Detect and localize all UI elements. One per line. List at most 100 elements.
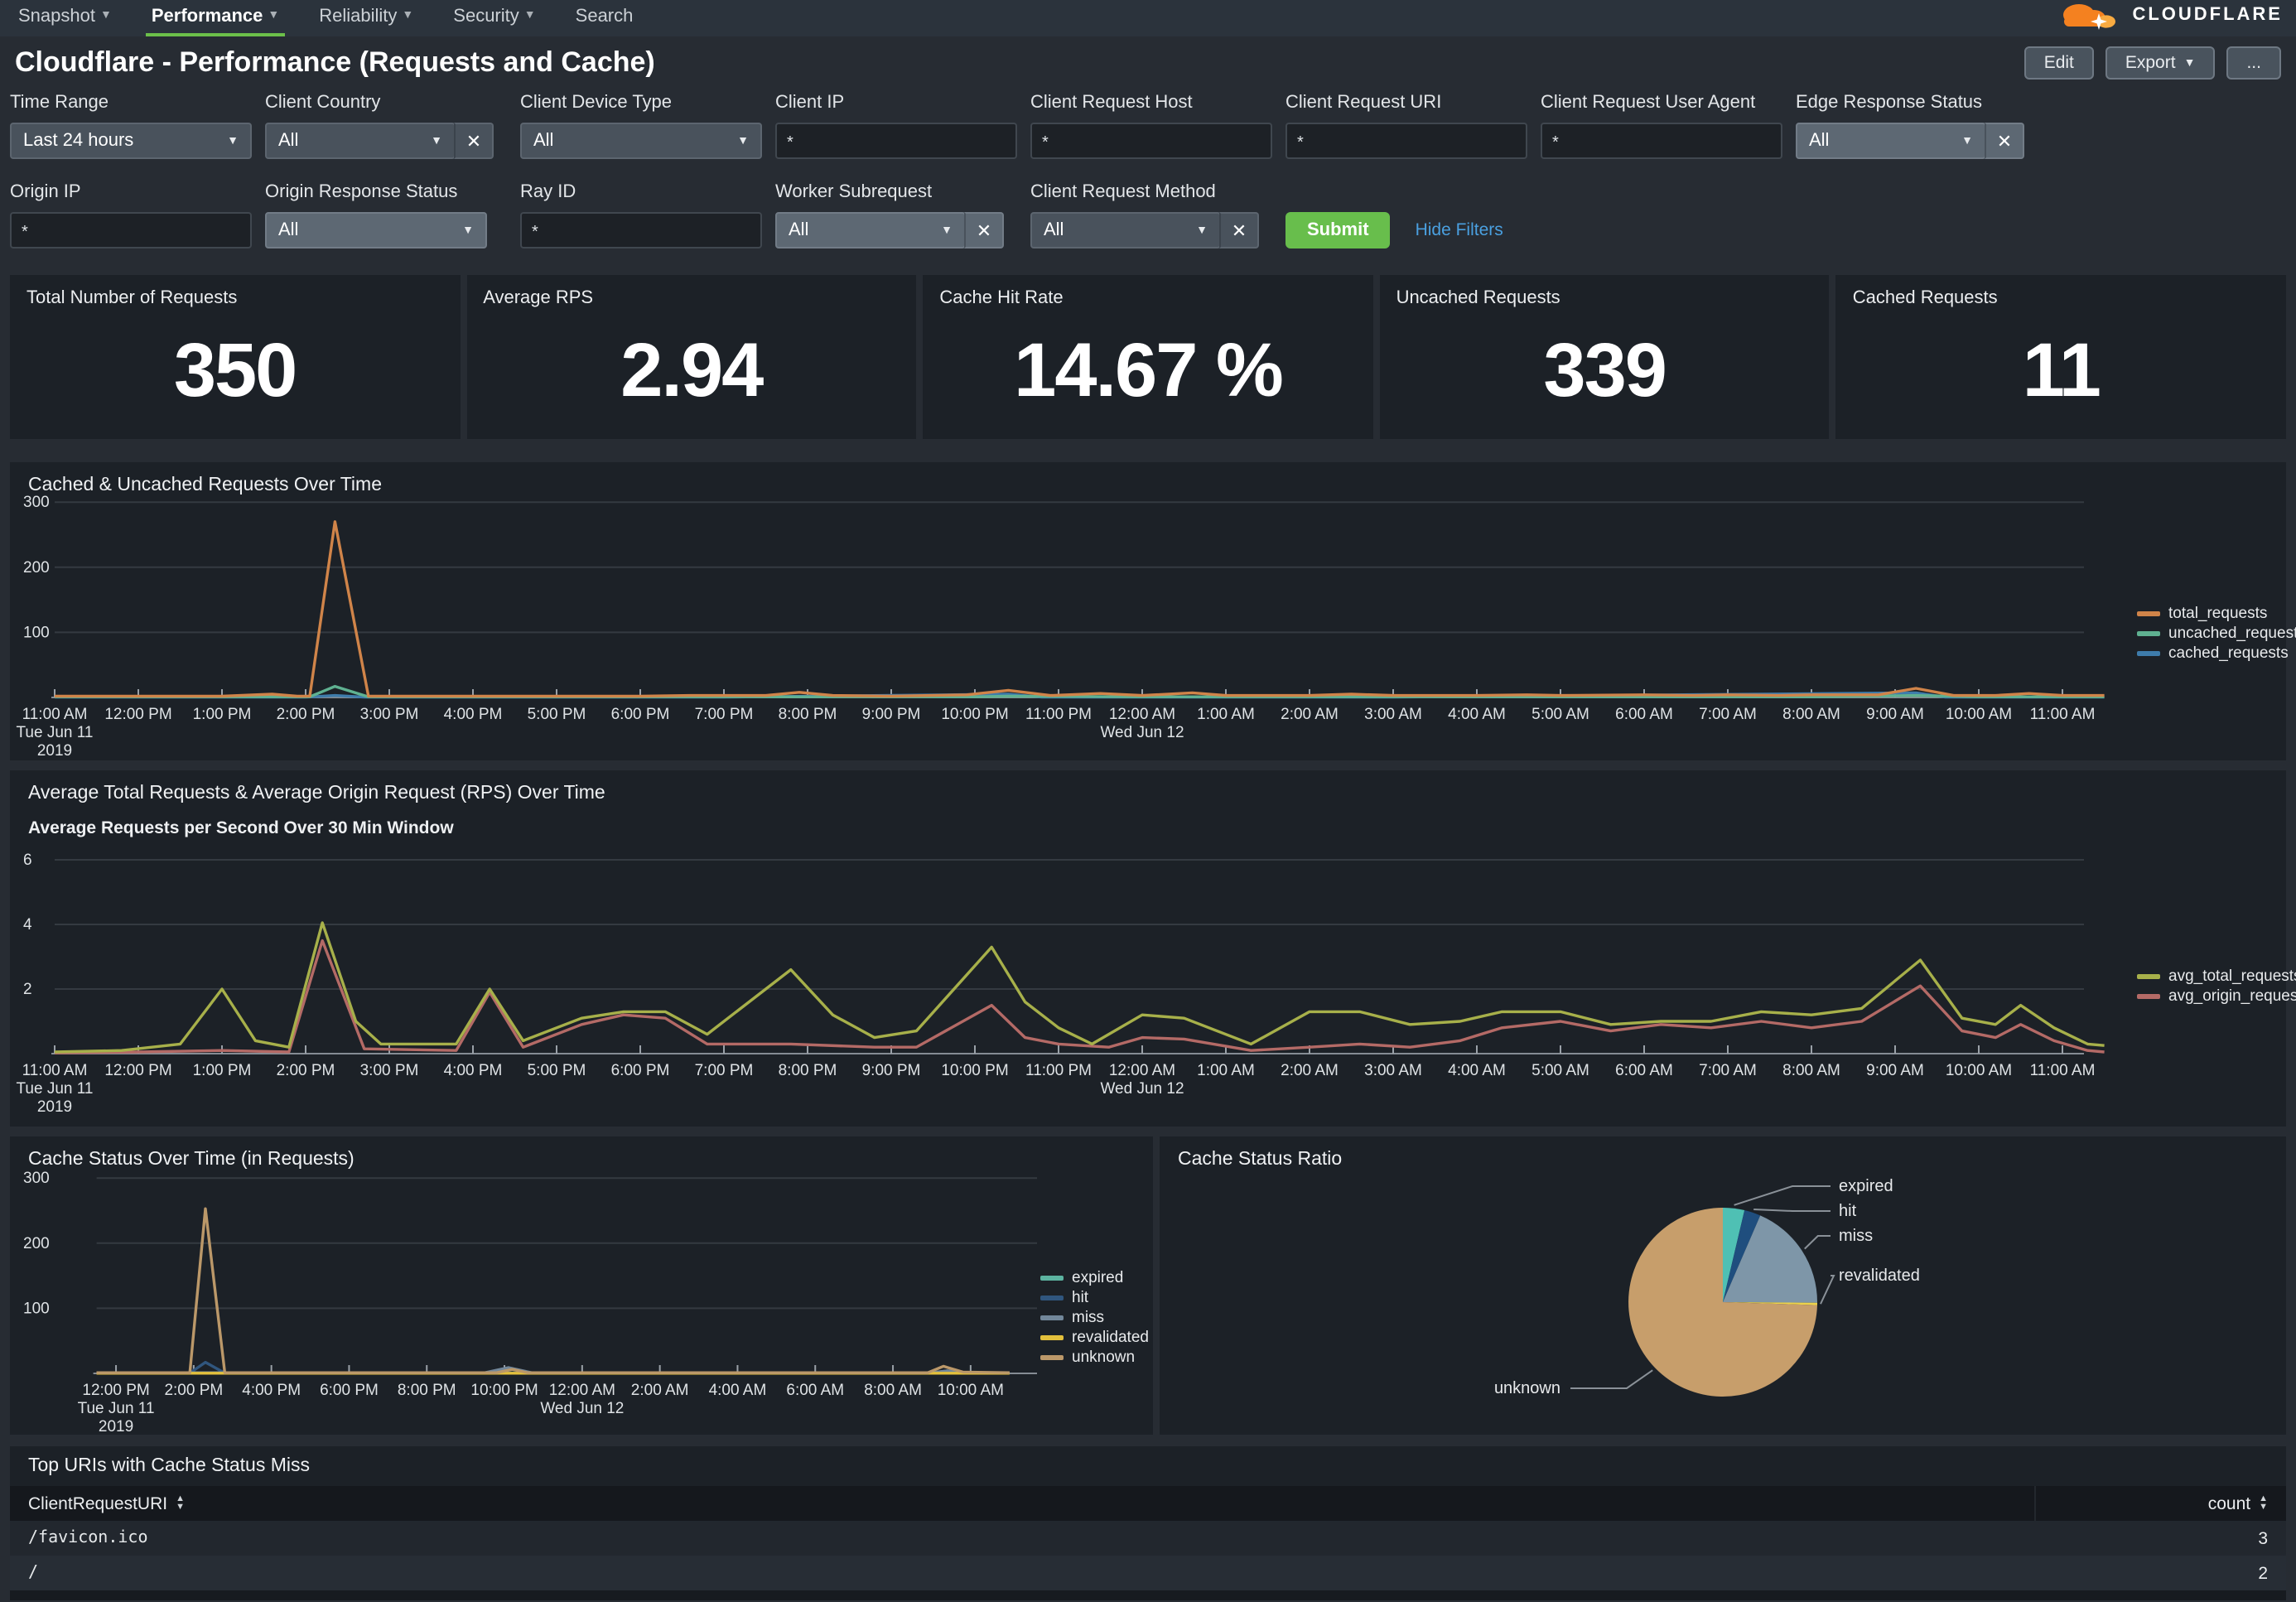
nav-item-snapshot[interactable]: Snapshot▼ [13,0,117,36]
table-title: Top URIs with Cache Status Miss [10,1446,2286,1486]
filter-client-request-user-agent: Client Request User Agent [1541,93,1782,159]
origin-response-status-select[interactable]: All▼ [265,212,487,249]
client-request-host-input[interactable] [1030,123,1272,159]
sort-icon[interactable]: ▲▼ [2259,1496,2268,1511]
x-axis-label: 1:00 AM [1197,1062,1255,1079]
legend-item-hit[interactable]: hit [1040,1289,1149,1307]
client-device-type-select[interactable]: All▼ [520,123,762,159]
client-country-select[interactable]: All▼ [265,123,456,159]
legend-item-unknown[interactable]: unknown [1040,1349,1149,1367]
filter-label: Client Request Method [1030,182,1272,202]
client-request-uri-input[interactable] [1285,123,1527,159]
chevron-down-icon: ▼ [431,135,442,147]
worker-subrequest-select[interactable]: All▼ [775,212,966,249]
nav-item-reliability[interactable]: Reliability ▼ [314,0,418,36]
x-axis-label: 8:00 AM [1782,706,1840,723]
edge-response-status-select[interactable]: All▼ [1796,123,1986,159]
legend-item-cached-requests[interactable]: cached_requests [2137,644,2296,663]
legend-label: expired [1072,1269,1123,1287]
kpi-value: 14.67 % [923,275,1372,439]
edit-button[interactable]: Edit [2024,46,2094,80]
column-header-count[interactable]: count ▲▼ [2034,1486,2268,1521]
table-row[interactable]: /favicon.ico3 [10,1521,2286,1556]
filter-label: Edge Response Status [1796,93,2038,113]
pie-label-hit: hit [1839,1202,1857,1220]
legend-item-revalidated[interactable]: revalidated [1040,1329,1149,1347]
ray-id-input[interactable] [520,212,762,249]
clear-filter-icon[interactable]: ✕ [1219,212,1259,249]
clear-filter-icon[interactable]: ✕ [454,123,494,159]
x-axis-label: 11:00 AM [22,706,88,723]
legend-item-total-requests[interactable]: total_requests [2137,605,2296,623]
bottom-panels: Cache Status Over Time (in Requests) 100… [10,1136,2286,1435]
legend-label: miss [1072,1309,1104,1327]
y-axis-label: 100 [23,624,50,641]
client-ip-input[interactable] [775,123,1017,159]
more-options-button[interactable]: ... [2226,46,2281,80]
legend-swatch [2137,611,2160,616]
column-header-uri[interactable]: ClientRequestURI ▲▼ [28,1493,2034,1513]
sort-icon[interactable]: ▲▼ [176,1496,185,1511]
y-axis-label: 2 [23,981,32,998]
clear-filter-icon[interactable]: ✕ [964,212,1004,249]
filter-origin-ip: Origin IP [10,182,252,249]
nav-item-search[interactable]: Search [571,0,639,36]
nav-item-security[interactable]: Security▼ [448,0,540,36]
origin-ip-input[interactable] [10,212,252,249]
pie-label-expired: expired [1839,1177,1893,1195]
x-axis-label: 11:00 AM [2030,1062,2096,1079]
chart-requests-over-time: Cached & Uncached Requests Over Time 100… [10,462,2286,760]
legend-item-uncached-requests[interactable]: uncached_requests [2137,625,2296,643]
nav-item-performance[interactable]: Performance▼ [147,0,284,36]
legend-item-miss[interactable]: miss [1040,1309,1149,1327]
x-axis-label: 7:00 PM [695,1062,754,1079]
filter-client-request-method: Client Request Method All▼✕ [1030,182,1272,249]
chevron-down-icon: ▼ [402,10,413,22]
kpi-value: 11 [1836,275,2286,439]
chevron-down-icon: ▼ [941,224,953,236]
filter-control: All▼✕ [1030,212,1272,249]
submit-button[interactable]: Submit [1285,211,1391,248]
x-axis-label: 9:00 PM [862,1062,921,1079]
legend-item-avg-total-requests[interactable]: avg_total_requests [2137,967,2296,986]
page-header: Cloudflare - Performance (Requests and C… [15,46,2281,80]
nav-item-label: Reliability [319,7,397,27]
client-request-user-agent-input[interactable] [1541,123,1782,159]
select-value: Last 24 hours [23,131,133,151]
x-axis-label: 4:00 AM [1448,1062,1506,1079]
x-axis-label: 9:00 AM [1866,1062,1924,1079]
legend-item-avg-origin-requests[interactable]: avg_origin_requests [2137,987,2296,1006]
time-range-select[interactable]: Last 24 hours▼ [10,123,252,159]
filter-row-2: Origin IPOrigin Response StatusAll▼Ray I… [10,182,2286,249]
clear-filter-icon[interactable]: ✕ [1985,123,2024,159]
x-axis-label: 6:00 PM [611,1062,670,1079]
series-total-requests [55,522,2105,697]
x-axis-label: 2:00 AM [1281,706,1339,723]
table-row[interactable]: /2 [10,1556,2286,1590]
legend-label: total_requests [2168,605,2267,623]
filter-control: All▼ [265,212,507,249]
legend-label: avg_origin_requests [2168,987,2296,1006]
chart-rps-over-time: Average Total Requests & Average Origin … [10,770,2286,1127]
x-axis-label: 7:00 PM [695,706,754,723]
nav-item-label: Snapshot [18,7,95,27]
cloudflare-logo: CLOUDFLARE [2054,0,2283,36]
series-unknown [97,1209,1010,1373]
chevron-down-icon: ▼ [1196,224,1208,236]
filter-time-range: Time RangeLast 24 hours▼ [10,93,252,159]
chart-cache-status-ratio: Cache Status Ratio expiredhitmissrevalid… [1160,1136,2286,1435]
client-request-method-select[interactable]: All▼ [1030,212,1221,249]
legend-label: cached_requests [2168,644,2289,663]
filter-control [1285,123,1527,159]
cell-count: 3 [2036,1528,2268,1548]
y-axis-label: 6 [23,852,32,869]
legend-item-expired[interactable]: expired [1040,1269,1149,1287]
x-axis-label: 8:00 AM [864,1382,922,1399]
x-axis-label: 6:00 AM [1615,1062,1673,1079]
export-button[interactable]: Export▼ [2105,46,2216,80]
filter-label: Client Country [265,93,507,113]
hide-filters-link[interactable]: Hide Filters [1416,220,1503,239]
pie-label-revalidated: revalidated [1839,1267,1920,1285]
filter-client-request-uri: Client Request URI [1285,93,1527,159]
legend-label: avg_total_requests [2168,967,2296,986]
